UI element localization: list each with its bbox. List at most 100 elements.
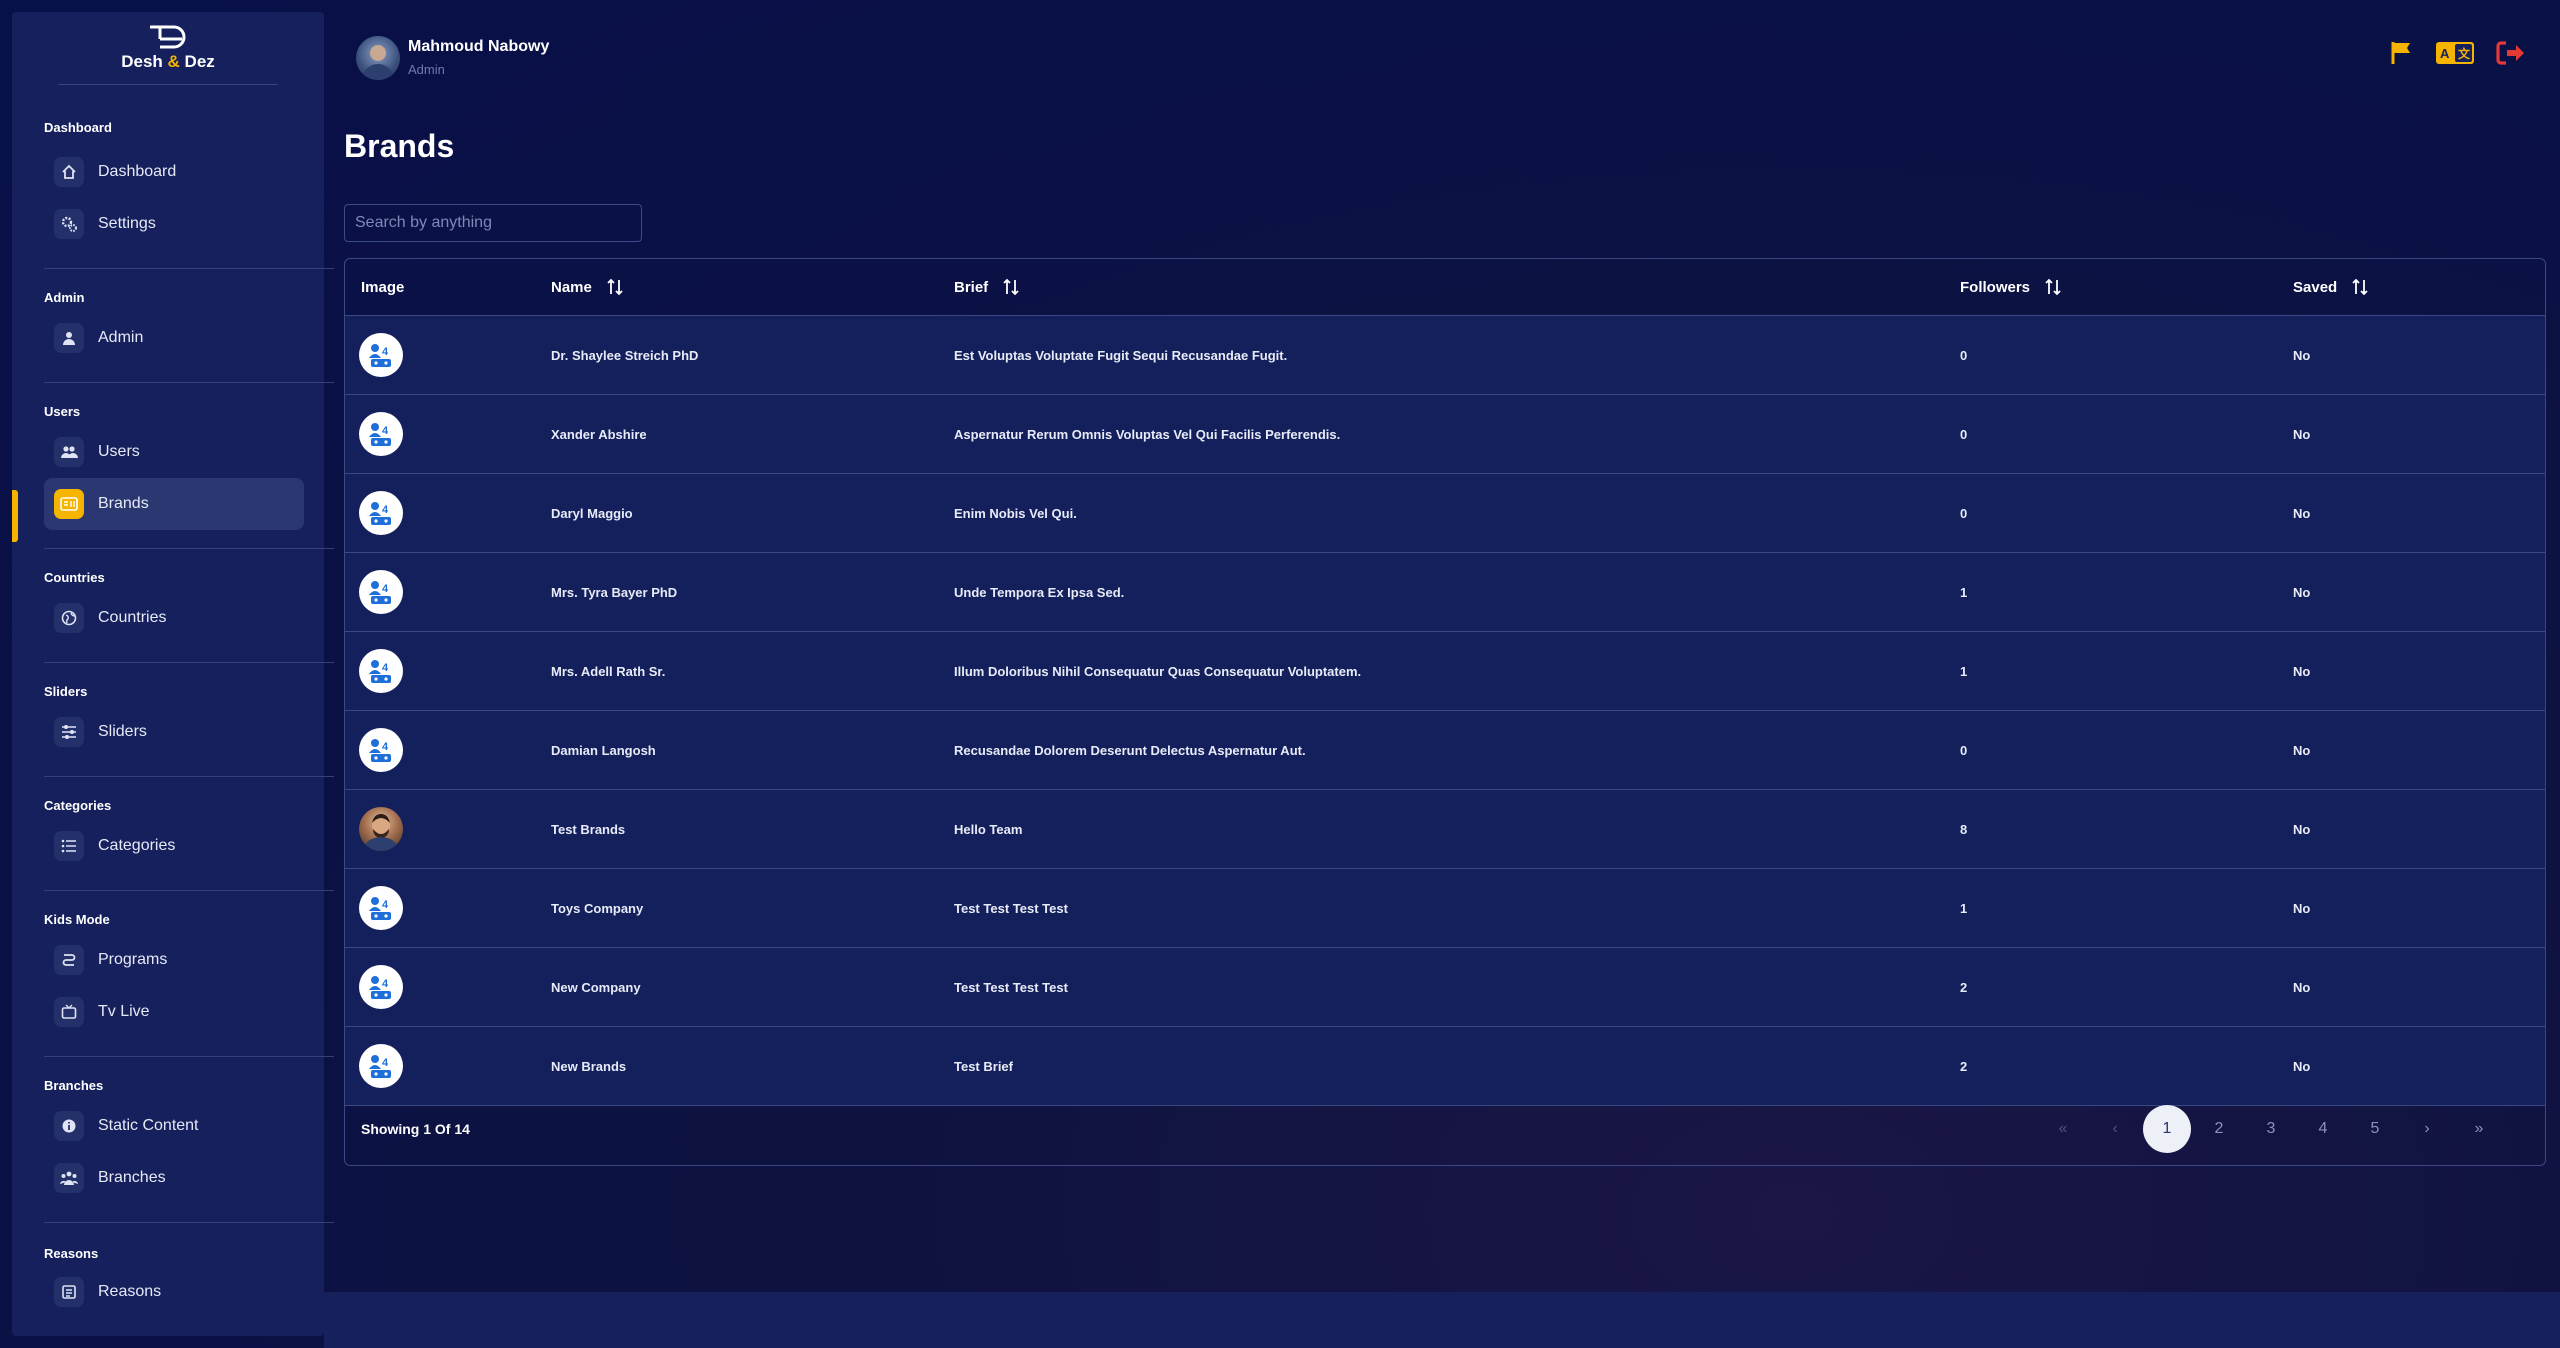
bottom-bar [324,1292,2560,1348]
sidebar-divider [44,1222,334,1223]
sidebar-item-reasons[interactable]: Reasons [44,1266,304,1318]
page-button-3[interactable]: 3 [2245,1105,2297,1153]
page-button-4[interactable]: 4 [2297,1105,2349,1153]
cell-followers: 0 [1960,742,1968,758]
table-row[interactable]: 4 Mrs. Tyra Bayer PhD Unde Tempora Ex Ipsa… [345,553,2545,632]
page-button-2[interactable]: 2 [2193,1105,2245,1153]
column-header-brief[interactable]: Brief [954,259,1020,315]
cell-followers: 0 [1960,426,1968,442]
flag-icon[interactable] [2390,40,2414,71]
sidebar-item-settings[interactable]: Settings [44,198,304,250]
cell-image: 4 [359,395,403,473]
cell-followers: 1 [1960,900,1968,916]
user-name: Mahmoud Nabowy [408,38,550,55]
svg-text:4: 4 [382,741,389,753]
cell-brief: Hello Team [954,821,1023,837]
sidebar-item-categories[interactable]: Categories [44,820,304,872]
cell-saved: No [2293,347,2311,363]
cell-image: 4 [359,316,403,394]
column-header-name[interactable]: Name [551,259,624,315]
brand-logo-icon: 4 [359,491,403,535]
search-input[interactable] [344,204,642,242]
showing-count: Showing 1 Of 14 [361,1121,470,1137]
column-header-saved[interactable]: Saved [2293,259,2369,315]
brands-table: Image Name Brief Followers Saved 4 Dr. Sh… [344,258,2546,1166]
section-title-kids-mode: Kids Mode [44,912,110,927]
sort-icon[interactable] [606,278,624,296]
sidebar-divider [44,548,334,549]
column-label: Image [361,278,405,296]
table-row[interactable]: 4 Damian Langosh Recusandae Dolorem Deseru… [345,711,2545,790]
sidebar-item-tv-live[interactable]: Tv Live [44,986,304,1038]
cell-saved: No [2293,1058,2311,1074]
sidebar-item-admin[interactable]: Admin [44,312,304,364]
sidebar-item-label: Admin [98,329,144,346]
logout-icon[interactable] [2496,40,2526,71]
cell-followers: 2 [1960,1058,1968,1074]
table-row[interactable]: 4 Daryl Maggio Enim Nobis Vel Qui. 0 No [345,474,2545,553]
translate-icon[interactable]: A文 [2436,41,2474,70]
svg-text:4: 4 [382,504,389,516]
avatar[interactable] [356,36,400,80]
section-title-branches: Branches [44,1078,104,1093]
cell-name: New Company [551,979,641,995]
sort-icon[interactable] [2044,278,2062,296]
next-page-button[interactable]: › [2401,1105,2453,1153]
brand-logo-icon: 4 [359,965,403,1009]
column-header-followers[interactable]: Followers [1960,259,2062,315]
cell-image: 4 [359,869,403,947]
section-title-countries: Countries [44,570,105,585]
table-row[interactable]: 4 Toys Company Test Test Test Test 1 No [345,869,2545,948]
svg-text:4: 4 [382,978,389,990]
cell-brief: Test Test Test Test [954,979,1068,995]
cell-name: Daryl Maggio [551,505,633,521]
svg-text:A: A [2440,46,2450,61]
sidebar-item-countries[interactable]: Countries [44,592,304,644]
cell-followers: 0 [1960,505,1968,521]
page-number: 1 [2143,1105,2191,1153]
svg-text:4: 4 [382,1057,389,1069]
first-page-button[interactable]: « [2037,1105,2089,1153]
sliders-icon [54,717,84,747]
section-title-sliders: Sliders [44,684,88,699]
users-icon [54,437,84,467]
page-button-5[interactable]: 5 [2349,1105,2401,1153]
sidebar-item-programs[interactable]: Programs [44,934,304,986]
table-row[interactable]: 4 Xander Abshire Aspernatur Rerum Omnis Vo… [345,395,2545,474]
svg-text:4: 4 [382,662,389,674]
sidebar-item-label: Branches [98,1169,166,1186]
cell-saved: No [2293,821,2311,837]
sidebar-item-label: Reasons [98,1283,162,1300]
sort-icon[interactable] [2351,278,2369,296]
cell-name: Xander Abshire [551,426,647,442]
sidebar-item-static-content[interactable]: Static Content [44,1100,304,1152]
last-page-button[interactable]: » [2453,1105,2505,1153]
cell-image: 4 [359,553,403,631]
user-icon [54,323,84,353]
sort-icon[interactable] [1002,278,1020,296]
sidebar-item-sliders[interactable]: Sliders [44,706,304,758]
table-row[interactable]: 4 Mrs. Adell Rath Sr. Illum Doloribus Nihi… [345,632,2545,711]
table-row[interactable]: 4 Dr. Shaylee Streich PhD Est Voluptas Vol… [345,316,2545,395]
sidebar-item-dashboard[interactable]: Dashboard [44,146,304,198]
sidebar-divider [44,890,334,891]
section-title-users: Users [44,404,81,419]
user-role: Admin [408,62,445,77]
page-button-1[interactable]: 1 [2141,1105,2193,1153]
table-row[interactable]: Test Brands Hello Team 8 No [345,790,2545,869]
cell-image: 4 [359,1027,403,1105]
sidebar-item-label: Brands [98,495,149,512]
sidebar-item-label: Dashboard [98,163,177,180]
gears-icon [54,209,84,239]
svg-text:4: 4 [382,583,389,595]
brand-logo-icon: 4 [359,649,403,693]
home-icon [54,157,84,187]
table-row[interactable]: 4 New Company Test Test Test Test 2 No [345,948,2545,1027]
sidebar-item-brands[interactable]: Brands [44,478,304,530]
brand-logo-icon: 4 [359,1044,403,1088]
prev-page-button[interactable]: ‹ [2089,1105,2141,1153]
sidebar-item-users[interactable]: Users [44,426,304,478]
app-logo[interactable]: Desh & Dez [12,24,324,72]
cell-brief: Test Brief [954,1058,1013,1074]
sidebar-item-branches[interactable]: Branches [44,1152,304,1204]
